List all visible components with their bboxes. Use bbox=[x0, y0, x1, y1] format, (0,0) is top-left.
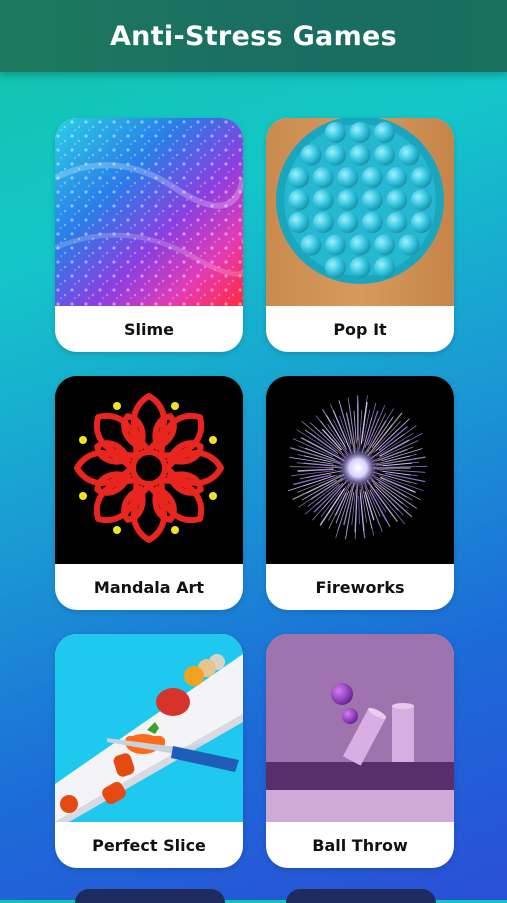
app-header: Anti-Stress Games bbox=[0, 0, 507, 72]
game-label: Ball Throw bbox=[266, 822, 454, 868]
game-card-pop-it[interactable]: Pop It bbox=[266, 118, 454, 352]
ball-throw-thumbnail bbox=[266, 634, 454, 822]
pop-bubble bbox=[325, 122, 346, 143]
game-card-slime[interactable]: Slime bbox=[55, 118, 243, 352]
pop-bubble bbox=[399, 145, 420, 166]
game-card-mandala-art[interactable]: Mandala Art bbox=[55, 376, 243, 610]
partial-card[interactable] bbox=[286, 889, 436, 903]
pop-bubble bbox=[386, 212, 407, 233]
pop-bubble bbox=[337, 167, 358, 188]
pop-bubble bbox=[374, 235, 395, 256]
game-card-ball-throw[interactable]: Ball Throw bbox=[266, 634, 454, 868]
game-label: Pop It bbox=[266, 306, 454, 352]
page-title: Anti-Stress Games bbox=[110, 21, 397, 52]
pop-bubble bbox=[362, 190, 383, 211]
pop-bubble bbox=[337, 212, 358, 233]
slime-thumbnail bbox=[55, 118, 243, 306]
pop-bubble bbox=[350, 145, 371, 166]
pop-bubble bbox=[350, 235, 371, 256]
pop-bubble bbox=[313, 190, 334, 211]
pop-bubble bbox=[301, 145, 322, 166]
pop-bubble bbox=[350, 257, 371, 278]
game-label: Fireworks bbox=[266, 564, 454, 610]
pop-bubble bbox=[411, 190, 432, 211]
pop-bubble bbox=[399, 235, 420, 256]
pop-bubble bbox=[288, 190, 309, 211]
pop-bubble bbox=[411, 167, 432, 188]
partial-card[interactable] bbox=[75, 889, 225, 903]
pop-bubble bbox=[411, 212, 432, 233]
pop-bubble bbox=[337, 190, 358, 211]
pop-bubble bbox=[313, 167, 334, 188]
pop-bubble bbox=[288, 167, 309, 188]
pop-bubble bbox=[386, 167, 407, 188]
pop-bubble bbox=[350, 122, 371, 143]
pop-bubble bbox=[325, 145, 346, 166]
pop-bubble bbox=[288, 212, 309, 233]
pop-bubble bbox=[313, 212, 334, 233]
game-label: Perfect Slice bbox=[55, 822, 243, 868]
mandala-thumbnail bbox=[55, 376, 243, 564]
pop-bubble bbox=[374, 122, 395, 143]
pop-bubble bbox=[301, 235, 322, 256]
fireworks-thumbnail bbox=[266, 376, 454, 564]
game-label: Mandala Art bbox=[55, 564, 243, 610]
pop-bubble bbox=[325, 235, 346, 256]
pop-bubble bbox=[374, 257, 395, 278]
game-card-fireworks[interactable]: Fireworks bbox=[266, 376, 454, 610]
pop-bubble bbox=[362, 212, 383, 233]
game-label: Slime bbox=[55, 306, 243, 352]
pop-bubble bbox=[362, 167, 383, 188]
pop-it-thumbnail bbox=[266, 118, 454, 306]
pop-bubble bbox=[325, 257, 346, 278]
pop-bubble bbox=[374, 145, 395, 166]
game-card-perfect-slice[interactable]: Perfect Slice bbox=[55, 634, 243, 868]
perfect-slice-thumbnail bbox=[55, 634, 243, 822]
pop-bubble bbox=[386, 190, 407, 211]
